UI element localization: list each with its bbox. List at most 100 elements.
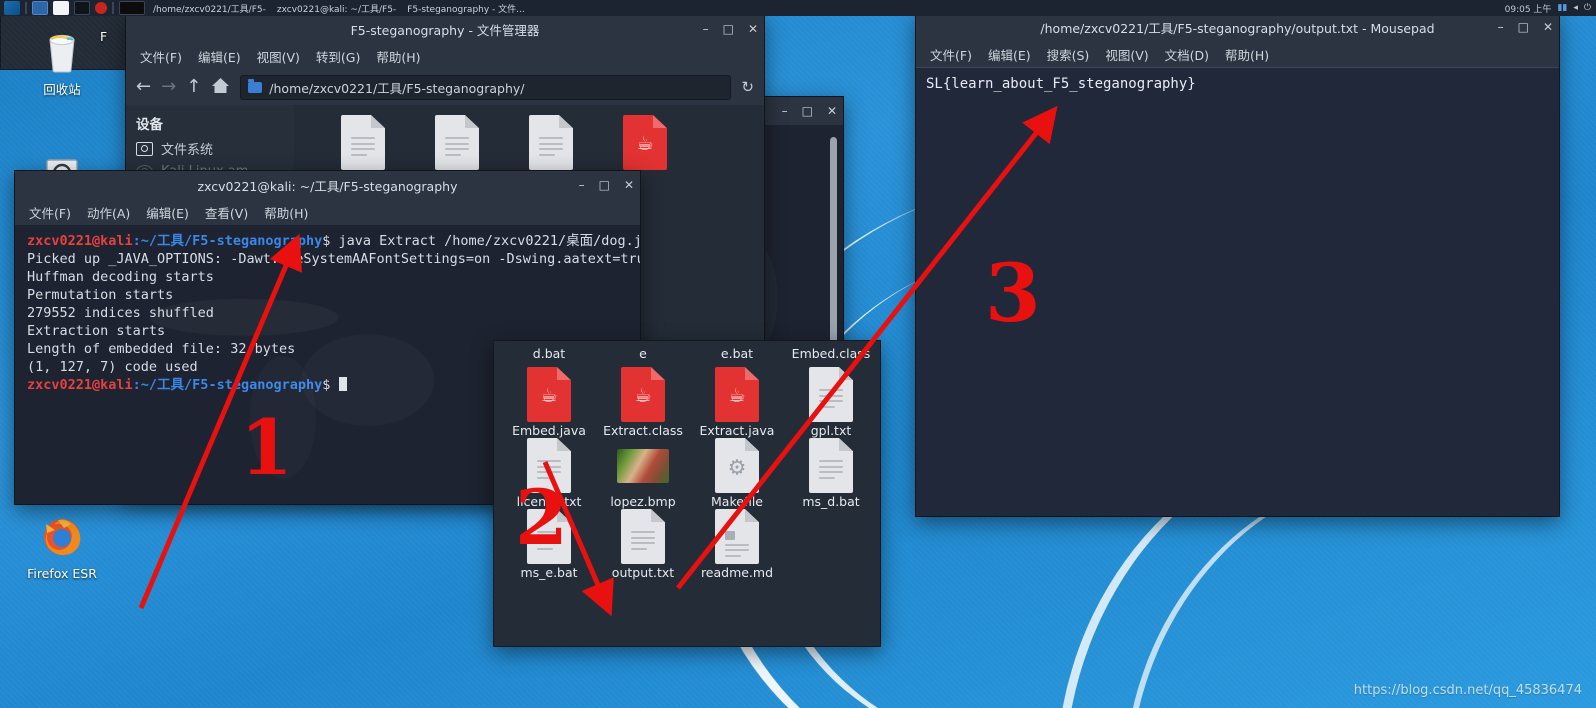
file-item-label: readme.md	[700, 565, 774, 580]
harddisk-icon	[136, 141, 153, 156]
terminal-menubar[interactable]: 文件(F) 动作(A) 编辑(E) 查看(V) 帮助(H)	[15, 199, 640, 225]
minimize-button[interactable]: –	[703, 23, 709, 35]
maximize-button[interactable]: □	[599, 179, 610, 191]
file-item-label: Embed.java	[512, 423, 586, 438]
up-button[interactable]: ↑	[186, 78, 201, 96]
menu-file[interactable]: 文件(F)	[140, 47, 182, 66]
file-manager-menubar[interactable]: 文件(F) 编辑(E) 视图(V) 转到(G) 帮助(H)	[126, 43, 764, 69]
files-window-icon[interactable]	[53, 1, 69, 15]
file-item[interactable]: ms_d.bat	[784, 438, 878, 509]
file-item[interactable]: e	[596, 345, 690, 367]
menu-edit[interactable]: 编辑(E)	[146, 203, 189, 222]
forward-button[interactable]: →	[161, 78, 176, 96]
close-button[interactable]: ✕	[748, 23, 758, 35]
minimize-button[interactable]: –	[579, 179, 585, 191]
terminal-output-line: Extraction starts	[27, 323, 166, 339]
text-file-icon	[341, 115, 385, 170]
file-manager-title: F5-steganography - 文件管理器	[350, 22, 540, 38]
menu-help[interactable]: 帮助(H)	[1225, 45, 1269, 64]
file-item[interactable]: gpl.txt	[784, 367, 878, 438]
mousepad-menubar[interactable]: 文件(F) 编辑(E) 搜索(S) 视图(V) 文档(D) 帮助(H)	[916, 41, 1559, 67]
file-item[interactable]	[504, 115, 598, 172]
file-manager-window-controls[interactable]: – □ ✕	[703, 15, 758, 43]
menu-help[interactable]: 帮助(H)	[264, 203, 308, 222]
file-item[interactable]: ☕ Embed.java	[502, 367, 596, 438]
terminal-output-line: (1, 127, 7) code used	[27, 359, 198, 375]
file-item[interactable]	[410, 115, 504, 172]
file-item[interactable]: ⚙ Makefile	[690, 438, 784, 509]
maximize-button[interactable]: □	[723, 23, 734, 35]
maximize-button[interactable]: □	[802, 105, 813, 117]
file-item[interactable]: d.bat	[502, 345, 596, 367]
taskbar-tray[interactable]: 09:05 上午 ▮▮ ◂ ⏻	[1505, 2, 1596, 15]
taskbar-window-mousepad[interactable]: /home/zxcv0221/工具/F5-	[150, 1, 269, 15]
extra-window-icon[interactable]	[119, 1, 145, 15]
file-item-label: output.txt	[611, 565, 675, 580]
menu-view[interactable]: 视图(V)	[1105, 45, 1148, 64]
text-file-icon	[435, 115, 479, 170]
terminal-titlebar[interactable]: zxcv0221@kali: ~/工具/F5-steganography – □…	[15, 171, 640, 199]
taskbar-window-filemanager[interactable]: F5-steganography - 文件...	[404, 1, 528, 15]
desktop-icon-trash-label: 回收站	[43, 82, 81, 97]
close-button[interactable]: ✕	[624, 179, 634, 191]
sidebar-item-filesystem[interactable]: 文件系统	[136, 139, 284, 158]
mousepad-window-controls[interactable]: – □ ✕	[1498, 13, 1553, 41]
file-item[interactable]: ☕	[598, 115, 692, 172]
file-manager-titlebar[interactable]: F5-steganography - 文件管理器 – □ ✕	[126, 15, 764, 43]
desktop-icon-trash[interactable]: 回收站	[14, 26, 110, 97]
file-item[interactable]	[316, 115, 410, 172]
java-file-icon: ☕	[623, 115, 667, 170]
menu-edit[interactable]: 编辑(E)	[198, 47, 241, 66]
file-item[interactable]: ☕ Extract.class	[596, 367, 690, 438]
close-button[interactable]: ✕	[1543, 21, 1553, 33]
terminal-cursor	[338, 377, 347, 391]
kali-menu-icon[interactable]	[4, 1, 20, 15]
menu-edit[interactable]: 编辑(E)	[988, 45, 1031, 64]
home-button[interactable]	[211, 77, 230, 98]
file-item[interactable]: ☕ Extract.java	[690, 367, 784, 438]
workspace-switcher-icon[interactable]	[32, 1, 48, 15]
text-file-icon	[621, 509, 665, 564]
minimize-button[interactable]: –	[1498, 21, 1504, 33]
power-icon[interactable]: ⏻	[1584, 3, 1591, 13]
volume-icon[interactable]: ◂	[1573, 3, 1578, 13]
file-item-label: Extract.java	[699, 423, 775, 438]
mousepad-window-icon[interactable]	[95, 2, 107, 14]
background-terminal-window-controls[interactable]: – □ ✕	[782, 97, 837, 125]
minimize-button[interactable]: –	[782, 105, 788, 117]
java-file-icon: ☕	[527, 367, 571, 422]
menu-search[interactable]: 搜索(S)	[1047, 45, 1090, 64]
desktop-icon-firefox[interactable]: Firefox ESR	[14, 512, 110, 581]
file-item-label: e.bat	[720, 346, 754, 361]
close-button[interactable]: ✕	[827, 105, 837, 117]
file-item[interactable]: Embed.class	[784, 345, 878, 367]
menu-file[interactable]: 文件(F)	[930, 45, 972, 64]
menu-view[interactable]: 查看(V)	[205, 203, 248, 222]
file-item[interactable]: e.bat	[690, 345, 784, 367]
file-item-label: ms_e.bat	[520, 565, 578, 580]
file-item[interactable]: lopez.bmp	[596, 438, 690, 509]
menu-help[interactable]: 帮助(H)	[376, 47, 420, 66]
taskbar[interactable]: /home/zxcv0221/工具/F5- zxcv0221@kali: ~/工…	[0, 0, 1596, 16]
menu-document[interactable]: 文档(D)	[1165, 45, 1209, 64]
maximize-button[interactable]: □	[1518, 21, 1529, 33]
terminal-window-icon[interactable]	[74, 1, 90, 15]
file-item[interactable]: readme.md	[690, 509, 784, 580]
file-item-output-txt[interactable]: output.txt	[596, 509, 690, 580]
menu-actions[interactable]: 动作(A)	[87, 203, 130, 222]
terminal-window-controls[interactable]: – □ ✕	[579, 171, 634, 199]
taskbar-window-terminal[interactable]: zxcv0221@kali: ~/工具/F5-	[274, 1, 399, 15]
back-button[interactable]: ←	[136, 78, 151, 96]
annotation-number-3: 3	[985, 246, 1041, 340]
menu-view[interactable]: 视图(V)	[257, 47, 300, 66]
path-input[interactable]: /home/zxcv0221/工具/F5-steganography/	[240, 74, 732, 100]
mousepad-titlebar[interactable]: /home/zxcv0221/工具/F5-steganography/outpu…	[916, 13, 1559, 41]
reload-button[interactable]: ↻	[741, 78, 754, 96]
network-icon[interactable]: ▮▮	[1557, 3, 1567, 13]
file-manager-toolbar[interactable]: ← → ↑ /home/zxcv0221/工具/F5-steganography…	[126, 69, 764, 105]
folder-icon	[248, 78, 263, 93]
menu-file[interactable]: 文件(F)	[29, 203, 71, 222]
file-item-label: ms_d.bat	[802, 494, 860, 509]
file-item-label: Makefile	[711, 494, 763, 509]
menu-go[interactable]: 转到(G)	[316, 47, 360, 66]
